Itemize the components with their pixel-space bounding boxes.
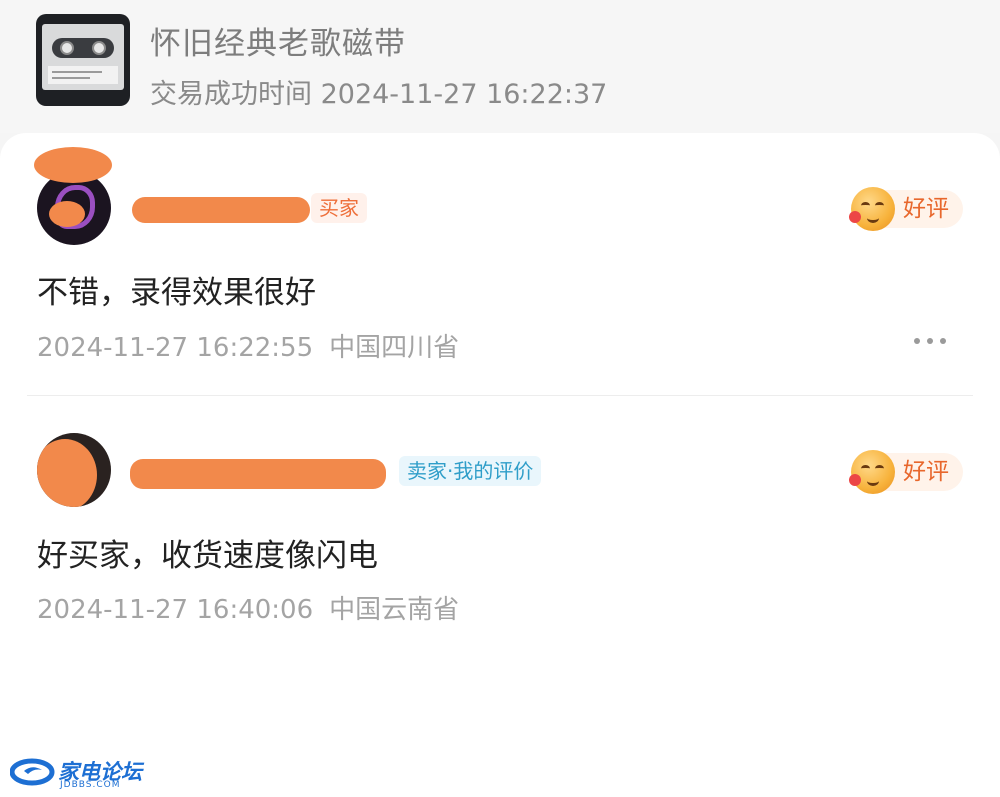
more-dots-icon[interactable] xyxy=(914,336,948,346)
rating-badge: 好评 xyxy=(849,187,963,231)
rating-label: 好评 xyxy=(903,459,949,485)
cassette-image xyxy=(42,24,124,90)
avatar[interactable] xyxy=(37,433,111,507)
review-comment: 不错，录得效果很好 xyxy=(37,275,316,311)
jdbbs-logo xyxy=(10,758,55,786)
redaction-mask xyxy=(49,201,85,227)
smiley-face-icon xyxy=(849,450,895,494)
watermark: 家电论坛 JDBBS.COM xyxy=(0,752,150,797)
smiley-face-icon xyxy=(849,187,895,231)
rating-label: 好评 xyxy=(903,196,949,222)
redaction-mask xyxy=(37,439,97,507)
review-meta: 2024-11-27 16:22:55 中国四川省 xyxy=(37,327,459,364)
review-time: 2024-11-27 16:22:55 xyxy=(37,333,314,363)
rating-badge: 好评 xyxy=(849,450,963,494)
trade-success-time: 交易成功时间 2024-11-27 16:22:37 xyxy=(150,79,608,110)
username-redacted[interactable] xyxy=(130,459,386,489)
seller-tag: 卖家·我的评价 xyxy=(399,456,542,486)
divider xyxy=(27,395,973,396)
review-meta: 2024-11-27 16:40:06 中国云南省 xyxy=(37,589,459,626)
review-location: 中国四川省 xyxy=(329,333,460,363)
reviews-card: 买家 好评 不错，录得效果很好 2024-11-27 16:22:55 中国四川省 xyxy=(0,133,1000,797)
redaction-mask xyxy=(34,147,112,183)
order-review-page: 怀旧经典老歌磁带 交易成功时间 2024-11-27 16:22:37 买家 好… xyxy=(0,0,1000,797)
review-time: 2024-11-27 16:40:06 xyxy=(37,595,314,625)
product-thumbnail[interactable] xyxy=(36,14,130,106)
review-comment: 好买家，收货速度像闪电 xyxy=(37,538,378,574)
product-title[interactable]: 怀旧经典老歌磁带 xyxy=(150,18,406,63)
review-location: 中国云南省 xyxy=(329,595,460,625)
product-header[interactable]: 怀旧经典老歌磁带 交易成功时间 2024-11-27 16:22:37 xyxy=(0,0,1000,133)
buyer-tag: 买家 xyxy=(311,193,367,223)
username-redacted[interactable] xyxy=(132,197,310,223)
watermark-site: JDBBS.COM xyxy=(60,780,121,790)
